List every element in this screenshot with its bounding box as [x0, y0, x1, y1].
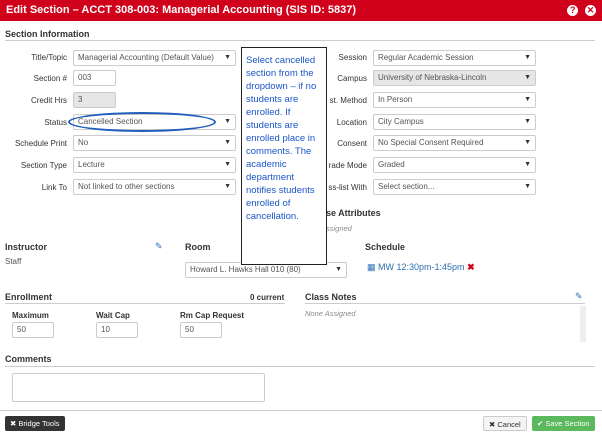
rm-cap-label: Rm Cap Request	[180, 311, 245, 320]
enrollment-current: 0 current	[250, 293, 285, 302]
crosslist-select[interactable]: Select section... ▼	[373, 179, 536, 195]
grade-mode-value: Graded	[378, 160, 405, 169]
section-type-select[interactable]: Lecture ▼	[73, 157, 236, 173]
help-icon[interactable]: ?	[567, 5, 579, 16]
campus-select: University of Nebraska-Lincoln ▼	[373, 70, 536, 86]
chevron-down-icon: ▼	[524, 183, 531, 190]
instructor-heading: Instructor	[5, 242, 48, 252]
chevron-down-icon: ▼	[224, 118, 231, 125]
chevron-down-icon: ▼	[524, 74, 531, 81]
location-value: City Campus	[378, 117, 424, 126]
schedule-entry[interactable]: ▦ MW 12:30pm-1:45pm ✖	[367, 262, 475, 273]
chevron-down-icon: ▼	[524, 161, 531, 168]
credit-hrs-input: 3	[73, 92, 116, 108]
section-type-label: Section Type	[20, 161, 67, 170]
enrollment-heading: Enrollment	[5, 292, 53, 302]
class-notes-value: None Assigned	[305, 309, 356, 318]
attributes-heading: se Attributes	[326, 208, 381, 218]
divider	[5, 303, 285, 304]
wait-cap-label: Wait Cap	[96, 311, 130, 320]
consent-select[interactable]: No Special Consent Required ▼	[373, 135, 536, 151]
schedule-print-value: No	[78, 138, 89, 147]
room-heading: Room	[185, 242, 211, 252]
pencil-icon[interactable]: ✎	[155, 241, 163, 252]
session-select[interactable]: Regular Academic Session ▼	[373, 50, 536, 66]
section-num-label: Section #	[33, 74, 67, 83]
comments-heading: Comments	[5, 354, 52, 364]
save-section-button[interactable]: ✔ Save Section	[532, 416, 595, 431]
instructor-value: Staff	[5, 257, 22, 266]
chevron-down-icon: ▼	[524, 96, 531, 103]
cancel-label: Cancel	[497, 420, 521, 429]
chevron-down-icon: ▼	[224, 54, 231, 61]
title-bar: Edit Section – ACCT 308-003: Managerial …	[0, 0, 602, 21]
inst-method-value: In Person	[378, 95, 413, 104]
campus-value: University of Nebraska-Lincoln	[378, 73, 487, 82]
class-notes-heading: Class Notes	[305, 292, 357, 302]
cancel-button[interactable]: ✖ Cancel	[483, 416, 527, 431]
pencil-icon[interactable]: ✎	[575, 291, 583, 302]
section-num-input[interactable]: 003	[73, 70, 116, 86]
instruction-note: Select cancelled section from the dropdo…	[241, 47, 327, 265]
remove-icon[interactable]: ✖	[467, 262, 475, 272]
schedule-print-label: Schedule Print	[14, 139, 67, 148]
chevron-down-icon: ▼	[524, 139, 531, 146]
room-value: Howard L. Hawks Hall 010 (80)	[190, 265, 301, 274]
section-type-value: Lecture	[78, 160, 105, 169]
crosslist-value: Select section...	[378, 182, 435, 191]
chevron-down-icon: ▼	[224, 183, 231, 190]
divider	[5, 40, 595, 41]
chevron-down-icon: ▼	[224, 161, 231, 168]
calendar-icon: ▦	[367, 262, 379, 272]
title-topic-select[interactable]: Managerial Accounting (Default Value) ▼	[73, 50, 236, 66]
chevron-down-icon: ▼	[335, 266, 342, 273]
divider	[5, 366, 595, 367]
link-to-label: Link To	[41, 183, 67, 192]
rm-cap-input[interactable]: 50	[180, 322, 222, 338]
comments-textarea[interactable]	[12, 373, 265, 402]
chevron-down-icon: ▼	[224, 139, 231, 146]
divider	[305, 303, 585, 304]
session-value: Regular Academic Session	[378, 53, 474, 62]
bridge-tools-label: Bridge Tools	[18, 419, 60, 428]
consent-value: No Special Consent Required	[378, 138, 484, 147]
bridge-tools-button[interactable]: ✖ Bridge Tools	[5, 416, 65, 431]
wait-cap-input[interactable]: 10	[96, 322, 138, 338]
save-section-label: Save Section	[545, 419, 590, 428]
status-label: Status	[44, 118, 67, 127]
status-highlight-oval	[68, 112, 216, 132]
schedule-heading: Schedule	[365, 242, 406, 252]
schedule-print-select[interactable]: No ▼	[73, 135, 236, 151]
chevron-down-icon: ▼	[524, 54, 531, 61]
inst-method-select[interactable]: In Person ▼	[373, 92, 536, 108]
attributes-note: ssigned	[326, 224, 352, 233]
close-icon[interactable]: ✕	[585, 5, 596, 16]
chevron-down-icon: ▼	[524, 118, 531, 125]
link-to-value: Not linked to other sections	[78, 182, 175, 191]
schedule-value: MW 12:30pm-1:45pm	[378, 262, 465, 272]
dialog-title: Edit Section – ACCT 308-003: Managerial …	[6, 4, 357, 16]
title-topic-value: Managerial Accounting (Default Value)	[78, 53, 214, 62]
title-topic-label: Title/Topic	[31, 53, 67, 62]
link-to-select[interactable]: Not linked to other sections ▼	[73, 179, 236, 195]
section-information-heading: Section Information	[5, 29, 90, 39]
location-select[interactable]: City Campus ▼	[373, 114, 536, 130]
maximum-label: Maximum	[12, 311, 49, 320]
divider	[0, 410, 602, 411]
grade-mode-select[interactable]: Graded ▼	[373, 157, 536, 173]
credit-hrs-label: Credit Hrs	[30, 96, 67, 105]
class-notes-scrollbar[interactable]	[580, 306, 586, 342]
maximum-input[interactable]: 50	[12, 322, 54, 338]
